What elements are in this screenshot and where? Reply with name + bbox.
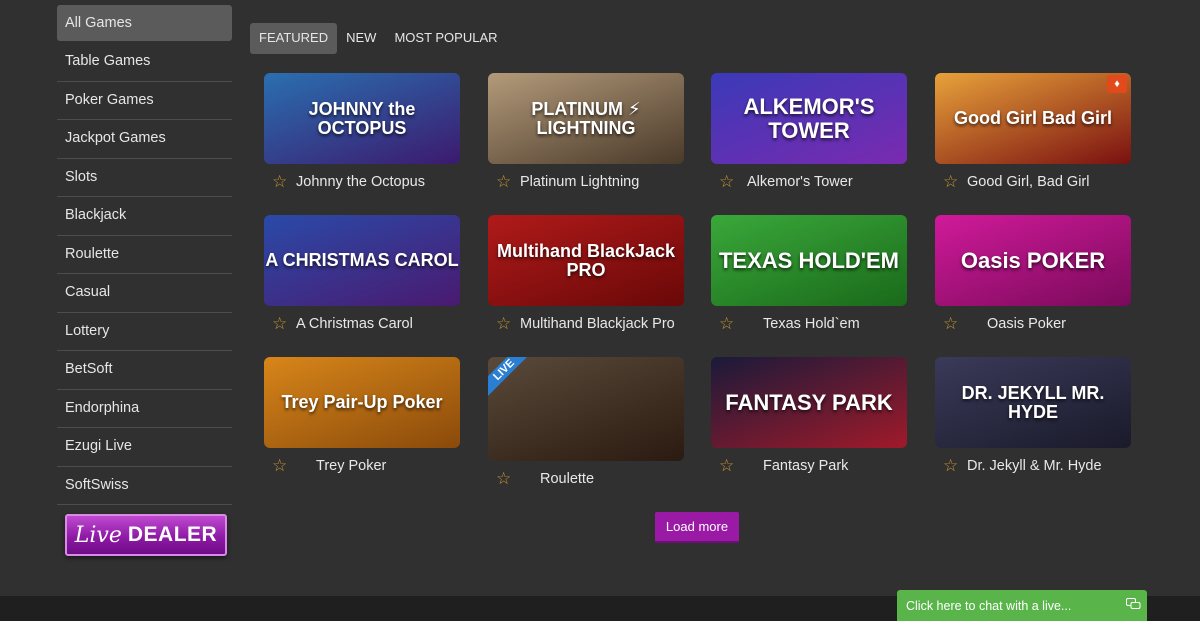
favorite-star-icon[interactable]: ☆ bbox=[935, 456, 963, 476]
game-thumbnail[interactable]: Good Girl Bad Girl ♦ bbox=[935, 73, 1131, 164]
sidebar-item-betsoft[interactable]: BetSoft bbox=[57, 351, 232, 390]
sidebar-item-casual[interactable]: Casual bbox=[57, 274, 232, 313]
game-thumbnail[interactable]: Oasis POKER bbox=[935, 215, 1131, 306]
game-card[interactable]: TEXAS HOLD'EM ☆ Texas Hold`em bbox=[711, 215, 907, 342]
game-thumbnail[interactable]: ALKEMOR'S TOWER bbox=[711, 73, 907, 164]
game-thumbnail[interactable]: A CHRISTMAS CAROL bbox=[264, 215, 460, 306]
game-name[interactable]: Alkemor's Tower bbox=[739, 174, 907, 190]
game-card-footer: ☆ Multihand Blackjack Pro bbox=[488, 306, 684, 342]
game-thumbnail[interactable]: Multihand BlackJack PRO bbox=[488, 215, 684, 306]
favorite-star-icon[interactable]: ☆ bbox=[488, 469, 516, 489]
game-thumbnail[interactable]: FANTASY PARK bbox=[711, 357, 907, 448]
game-card[interactable]: Trey Pair-Up Poker ☆ Trey Poker bbox=[264, 357, 460, 484]
game-card[interactable]: Oasis POKER ☆ Oasis Poker bbox=[935, 215, 1131, 342]
game-card[interactable]: PLATINUM ⚡ LIGHTNING ☆ Platinum Lightning bbox=[488, 73, 684, 200]
game-art-title: Oasis POKER bbox=[960, 247, 1106, 273]
game-name[interactable]: Roulette bbox=[516, 471, 684, 487]
game-card[interactable]: LIVE ☆ Roulette bbox=[488, 357, 684, 497]
live-dealer-banner[interactable]: Live DEALER bbox=[65, 514, 227, 556]
game-card-footer: ☆ Platinum Lightning bbox=[488, 164, 684, 200]
tab-new[interactable]: NEW bbox=[337, 23, 385, 54]
favorite-star-icon[interactable]: ☆ bbox=[935, 314, 963, 334]
load-more-button[interactable]: Load more bbox=[655, 512, 739, 543]
game-art-title: PLATINUM ⚡ LIGHTNING bbox=[531, 98, 641, 138]
game-name[interactable]: A Christmas Carol bbox=[292, 316, 460, 332]
game-name[interactable]: Fantasy Park bbox=[739, 458, 907, 474]
favorite-star-icon[interactable]: ☆ bbox=[264, 172, 292, 192]
favorite-star-icon[interactable]: ☆ bbox=[488, 172, 516, 192]
game-card[interactable]: Multihand BlackJack PRO ☆ Multihand Blackj… bbox=[488, 215, 684, 342]
game-card-footer: ☆ Roulette bbox=[488, 461, 684, 497]
chat-text: Click here to chat with a live... bbox=[906, 598, 1072, 613]
game-art-title: A CHRISTMAS CAROL bbox=[265, 250, 459, 271]
favorite-star-icon[interactable]: ☆ bbox=[935, 172, 963, 192]
favorite-star-icon[interactable]: ☆ bbox=[488, 314, 516, 334]
game-card-footer: ☆ Trey Poker bbox=[264, 448, 460, 484]
game-thumbnail[interactable]: LIVE bbox=[488, 357, 684, 461]
game-art-title: TEXAS HOLD'EM bbox=[718, 247, 900, 273]
live-dealer-word: DEALER bbox=[127, 523, 218, 546]
game-name[interactable]: Trey Poker bbox=[292, 458, 460, 474]
game-thumbnail[interactable]: Trey Pair-Up Poker bbox=[264, 357, 460, 448]
game-card-footer: ☆ A Christmas Carol bbox=[264, 306, 460, 342]
game-card[interactable]: A CHRISTMAS CAROL ☆ A Christmas Carol bbox=[264, 215, 460, 342]
game-card-footer: ☆ Fantasy Park bbox=[711, 448, 907, 484]
gem-icon: ♦ bbox=[1107, 75, 1127, 93]
sidebar-item-poker-games[interactable]: Poker Games bbox=[57, 82, 232, 120]
live-badge: LIVE bbox=[488, 357, 531, 397]
tab-featured[interactable]: FEATURED bbox=[250, 23, 338, 54]
game-card[interactable]: DR. JEKYLL MR. HYDE ☆ Dr. Jekyll & Mr. Hyd… bbox=[935, 357, 1131, 484]
game-card[interactable]: JOHNNY the OCTOPUS ☆ Johnny the Octopus bbox=[264, 73, 460, 200]
game-thumbnail[interactable]: JOHNNY the OCTOPUS bbox=[264, 73, 460, 164]
game-art-title: Trey Pair-Up Poker bbox=[281, 392, 443, 413]
favorite-star-icon[interactable]: ☆ bbox=[711, 314, 739, 334]
sidebar-item-endorphina[interactable]: Endorphina bbox=[57, 390, 232, 428]
game-art-title: JOHNNY the OCTOPUS bbox=[308, 98, 416, 138]
sidebar-item-roulette[interactable]: Roulette bbox=[57, 236, 232, 274]
game-name[interactable]: Oasis Poker bbox=[963, 316, 1131, 332]
sidebar-item-lottery[interactable]: Lottery bbox=[57, 313, 232, 351]
game-art-title: DR. JEKYLL MR. HYDE bbox=[961, 382, 1105, 422]
sidebar-item-slots[interactable]: Slots bbox=[57, 159, 232, 197]
game-name[interactable]: Platinum Lightning bbox=[516, 174, 684, 190]
game-thumbnail[interactable]: TEXAS HOLD'EM bbox=[711, 215, 907, 306]
category-tabs: FEATURED NEW MOST POPULAR bbox=[250, 23, 507, 54]
favorite-star-icon[interactable]: ☆ bbox=[264, 314, 292, 334]
game-thumbnail[interactable]: DR. JEKYLL MR. HYDE bbox=[935, 357, 1131, 448]
game-card[interactable]: ALKEMOR'S TOWER ☆ Alkemor's Tower bbox=[711, 73, 907, 200]
sidebar: All Games Table Games Poker Games Jackpot G… bbox=[57, 5, 232, 556]
sidebar-item-table-games[interactable]: Table Games bbox=[57, 43, 232, 82]
game-card-footer: ☆ Texas Hold`em bbox=[711, 306, 907, 342]
game-card-footer: ☆ Oasis Poker bbox=[935, 306, 1131, 342]
favorite-star-icon[interactable]: ☆ bbox=[711, 456, 739, 476]
game-name[interactable]: Dr. Jekyll & Mr. Hyde bbox=[963, 458, 1131, 474]
game-card-footer: ☆ Good Girl, Bad Girl bbox=[935, 164, 1131, 200]
favorite-star-icon[interactable]: ☆ bbox=[711, 172, 739, 192]
game-card[interactable]: Good Girl Bad Girl ♦ ☆ Good Girl, Bad Girl bbox=[935, 73, 1131, 200]
chat-bubbles-icon bbox=[1119, 597, 1147, 614]
game-name[interactable]: Texas Hold`em bbox=[739, 316, 907, 332]
game-art-title: ALKEMOR'S TOWER bbox=[743, 94, 875, 143]
game-card-footer: ☆ Johnny the Octopus bbox=[264, 164, 460, 200]
sidebar-item-all-games[interactable]: All Games bbox=[57, 5, 232, 41]
game-card-footer: ☆ Alkemor's Tower bbox=[711, 164, 907, 200]
sidebar-item-jackpot-games[interactable]: Jackpot Games bbox=[57, 120, 232, 159]
game-name[interactable]: Multihand Blackjack Pro bbox=[516, 316, 684, 332]
game-name[interactable]: Johnny the Octopus bbox=[292, 174, 460, 190]
game-art-title: Multihand BlackJack PRO bbox=[496, 240, 676, 280]
favorite-star-icon[interactable]: ☆ bbox=[264, 456, 292, 476]
game-name[interactable]: Good Girl, Bad Girl bbox=[963, 174, 1131, 190]
game-card-footer: ☆ Dr. Jekyll & Mr. Hyde bbox=[935, 448, 1131, 484]
tab-most-popular[interactable]: MOST POPULAR bbox=[385, 23, 506, 54]
live-chat-button[interactable]: Click here to chat with a live... bbox=[897, 590, 1147, 621]
game-art-title: FANTASY PARK bbox=[725, 389, 893, 415]
sidebar-item-ezugi-live[interactable]: Ezugi Live bbox=[57, 428, 232, 467]
game-thumbnail[interactable]: PLATINUM ⚡ LIGHTNING bbox=[488, 73, 684, 164]
sidebar-item-blackjack[interactable]: Blackjack bbox=[57, 197, 232, 236]
game-card[interactable]: FANTASY PARK ☆ Fantasy Park bbox=[711, 357, 907, 484]
sidebar-item-softswiss[interactable]: SoftSwiss bbox=[57, 467, 232, 505]
game-art-title: Good Girl Bad Girl bbox=[953, 108, 1112, 129]
live-dealer-script: Live bbox=[74, 522, 122, 548]
